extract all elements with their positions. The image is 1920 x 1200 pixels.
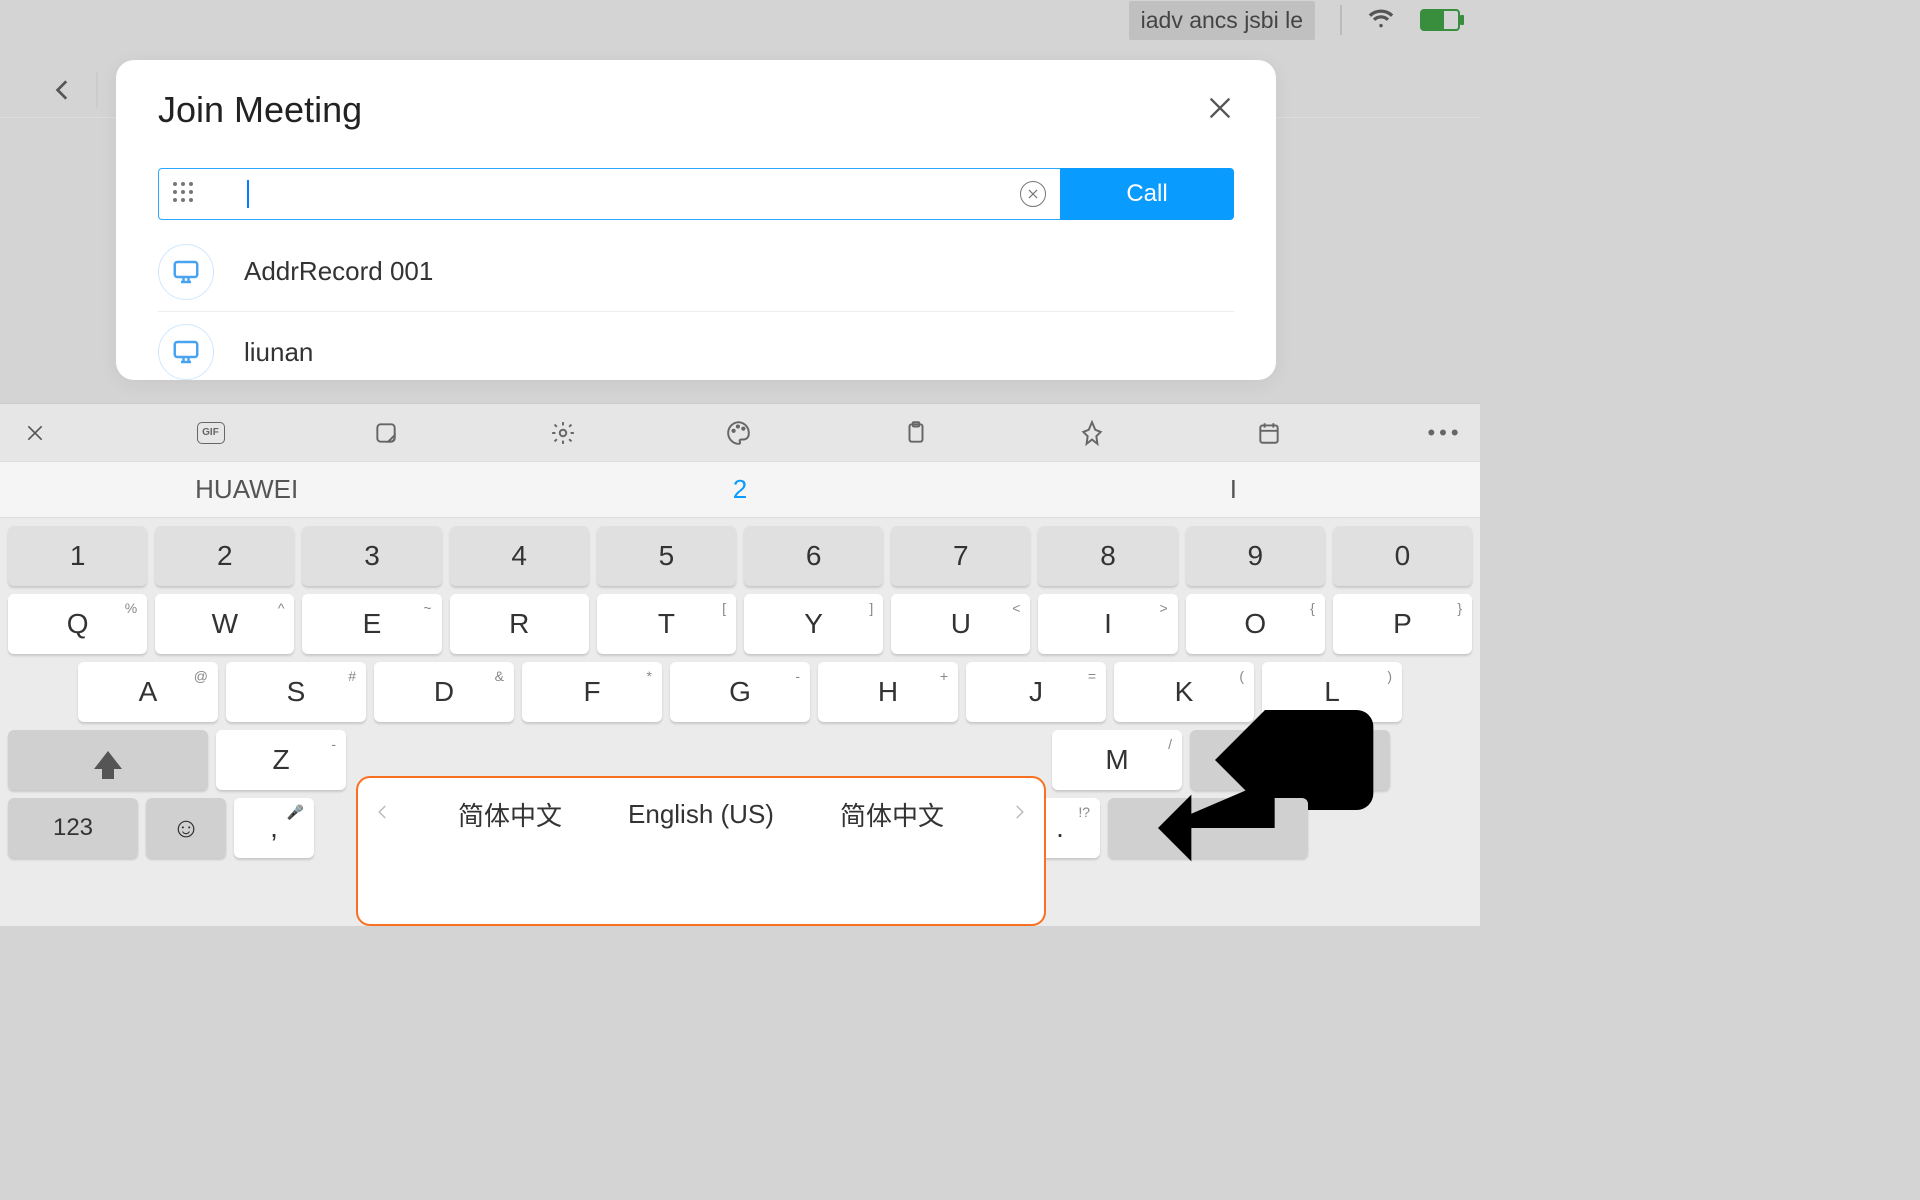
dialpad-icon[interactable]	[173, 182, 197, 206]
results-list: AddrRecord 001 liunan	[158, 232, 1234, 380]
device-icon	[158, 324, 214, 380]
more-button[interactable]: •••	[1430, 418, 1460, 448]
calendar-button[interactable]	[1254, 418, 1284, 448]
key-o[interactable]: O{	[1186, 594, 1325, 654]
clipboard-button[interactable]	[901, 418, 931, 448]
theme-button[interactable]	[724, 418, 754, 448]
lang-option[interactable]: 简体中文	[840, 796, 944, 833]
settings-button[interactable]	[548, 418, 578, 448]
key-0[interactable]: 0	[1333, 526, 1472, 586]
key-9[interactable]: 9	[1186, 526, 1325, 586]
mic-icon: 🎤	[287, 804, 304, 821]
key-1[interactable]: 1	[8, 526, 147, 586]
status-divider	[1340, 5, 1342, 35]
suggestion[interactable]: HUAWEI	[0, 474, 493, 505]
keyboard-close-button[interactable]	[20, 418, 50, 448]
key-5[interactable]: 5	[597, 526, 736, 586]
enter-icon	[1108, 728, 1308, 928]
enter-key[interactable]	[1108, 798, 1308, 858]
key-t[interactable]: T[	[597, 594, 736, 654]
key-e[interactable]: E~	[302, 594, 441, 654]
wifi-icon	[1367, 4, 1395, 37]
back-icon	[50, 77, 76, 103]
pin-button[interactable]	[1077, 418, 1107, 448]
key-d[interactable]: D&	[374, 662, 514, 722]
clear-input-button[interactable]	[1020, 181, 1046, 207]
result-item[interactable]: liunan	[158, 312, 1234, 380]
key-y[interactable]: Y]	[744, 594, 883, 654]
battery-icon	[1420, 9, 1460, 31]
key-z[interactable]: Z-	[216, 730, 346, 790]
lang-option[interactable]: 简体中文	[458, 796, 562, 833]
key-j[interactable]: J=	[966, 662, 1106, 722]
key-s[interactable]: S#	[226, 662, 366, 722]
suggestion-bar: HUAWEI 2 I	[0, 462, 1480, 518]
status-label: iadv ancs jsbi le	[1129, 1, 1315, 40]
shift-key[interactable]	[8, 730, 208, 790]
key-g[interactable]: G-	[670, 662, 810, 722]
comma-key[interactable]: ,🎤	[234, 798, 314, 858]
symbols-key[interactable]: 123	[8, 798, 138, 858]
key-h[interactable]: H+	[818, 662, 958, 722]
result-label: liunan	[244, 337, 313, 368]
key-2[interactable]: 2	[155, 526, 294, 586]
suggestion[interactable]: I	[987, 474, 1480, 505]
key-r[interactable]: R	[450, 594, 589, 654]
key-p[interactable]: P}	[1333, 594, 1472, 654]
device-icon	[158, 244, 214, 300]
key-8[interactable]: 8	[1038, 526, 1177, 586]
modal-title: Join Meeting	[158, 89, 362, 131]
key-6[interactable]: 6	[744, 526, 883, 586]
shift-icon	[94, 751, 122, 769]
close-button[interactable]	[1206, 94, 1234, 127]
key-7[interactable]: 7	[891, 526, 1030, 586]
join-meeting-modal: Join Meeting Call AddrRecord 001	[116, 60, 1276, 380]
key-u[interactable]: U<	[891, 594, 1030, 654]
key-4[interactable]: 4	[450, 526, 589, 586]
divider	[96, 72, 98, 108]
suggestion[interactable]: 2	[493, 474, 986, 505]
key-f[interactable]: F*	[522, 662, 662, 722]
status-bar: iadv ancs jsbi le	[0, 0, 1480, 40]
language-selector-popup: 简体中文 English (US) 简体中文	[356, 776, 1046, 926]
key-3[interactable]: 3	[302, 526, 441, 586]
key-i[interactable]: I>	[1038, 594, 1177, 654]
call-button[interactable]: Call	[1060, 168, 1234, 220]
gif-button[interactable]: GIF	[197, 422, 225, 444]
virtual-keyboard: GIF ••• HUAWEI 2 I 1234567890 Q%W^E~RT[Y…	[0, 403, 1480, 926]
key-w[interactable]: W^	[155, 594, 294, 654]
sticker-button[interactable]	[371, 418, 401, 448]
keyboard-toolbar: GIF •••	[0, 404, 1480, 462]
lang-next-button[interactable]	[1010, 803, 1028, 826]
back-button-row[interactable]	[0, 60, 120, 120]
key-q[interactable]: Q%	[8, 594, 147, 654]
text-cursor	[247, 180, 249, 208]
lang-option-current[interactable]: English (US)	[628, 799, 774, 830]
emoji-key[interactable]: ☺	[146, 798, 226, 858]
result-item[interactable]: AddrRecord 001	[158, 232, 1234, 312]
result-label: AddrRecord 001	[244, 256, 433, 287]
meeting-id-input[interactable]	[158, 168, 1060, 220]
lang-prev-button[interactable]	[374, 803, 392, 826]
key-a[interactable]: A@	[78, 662, 218, 722]
